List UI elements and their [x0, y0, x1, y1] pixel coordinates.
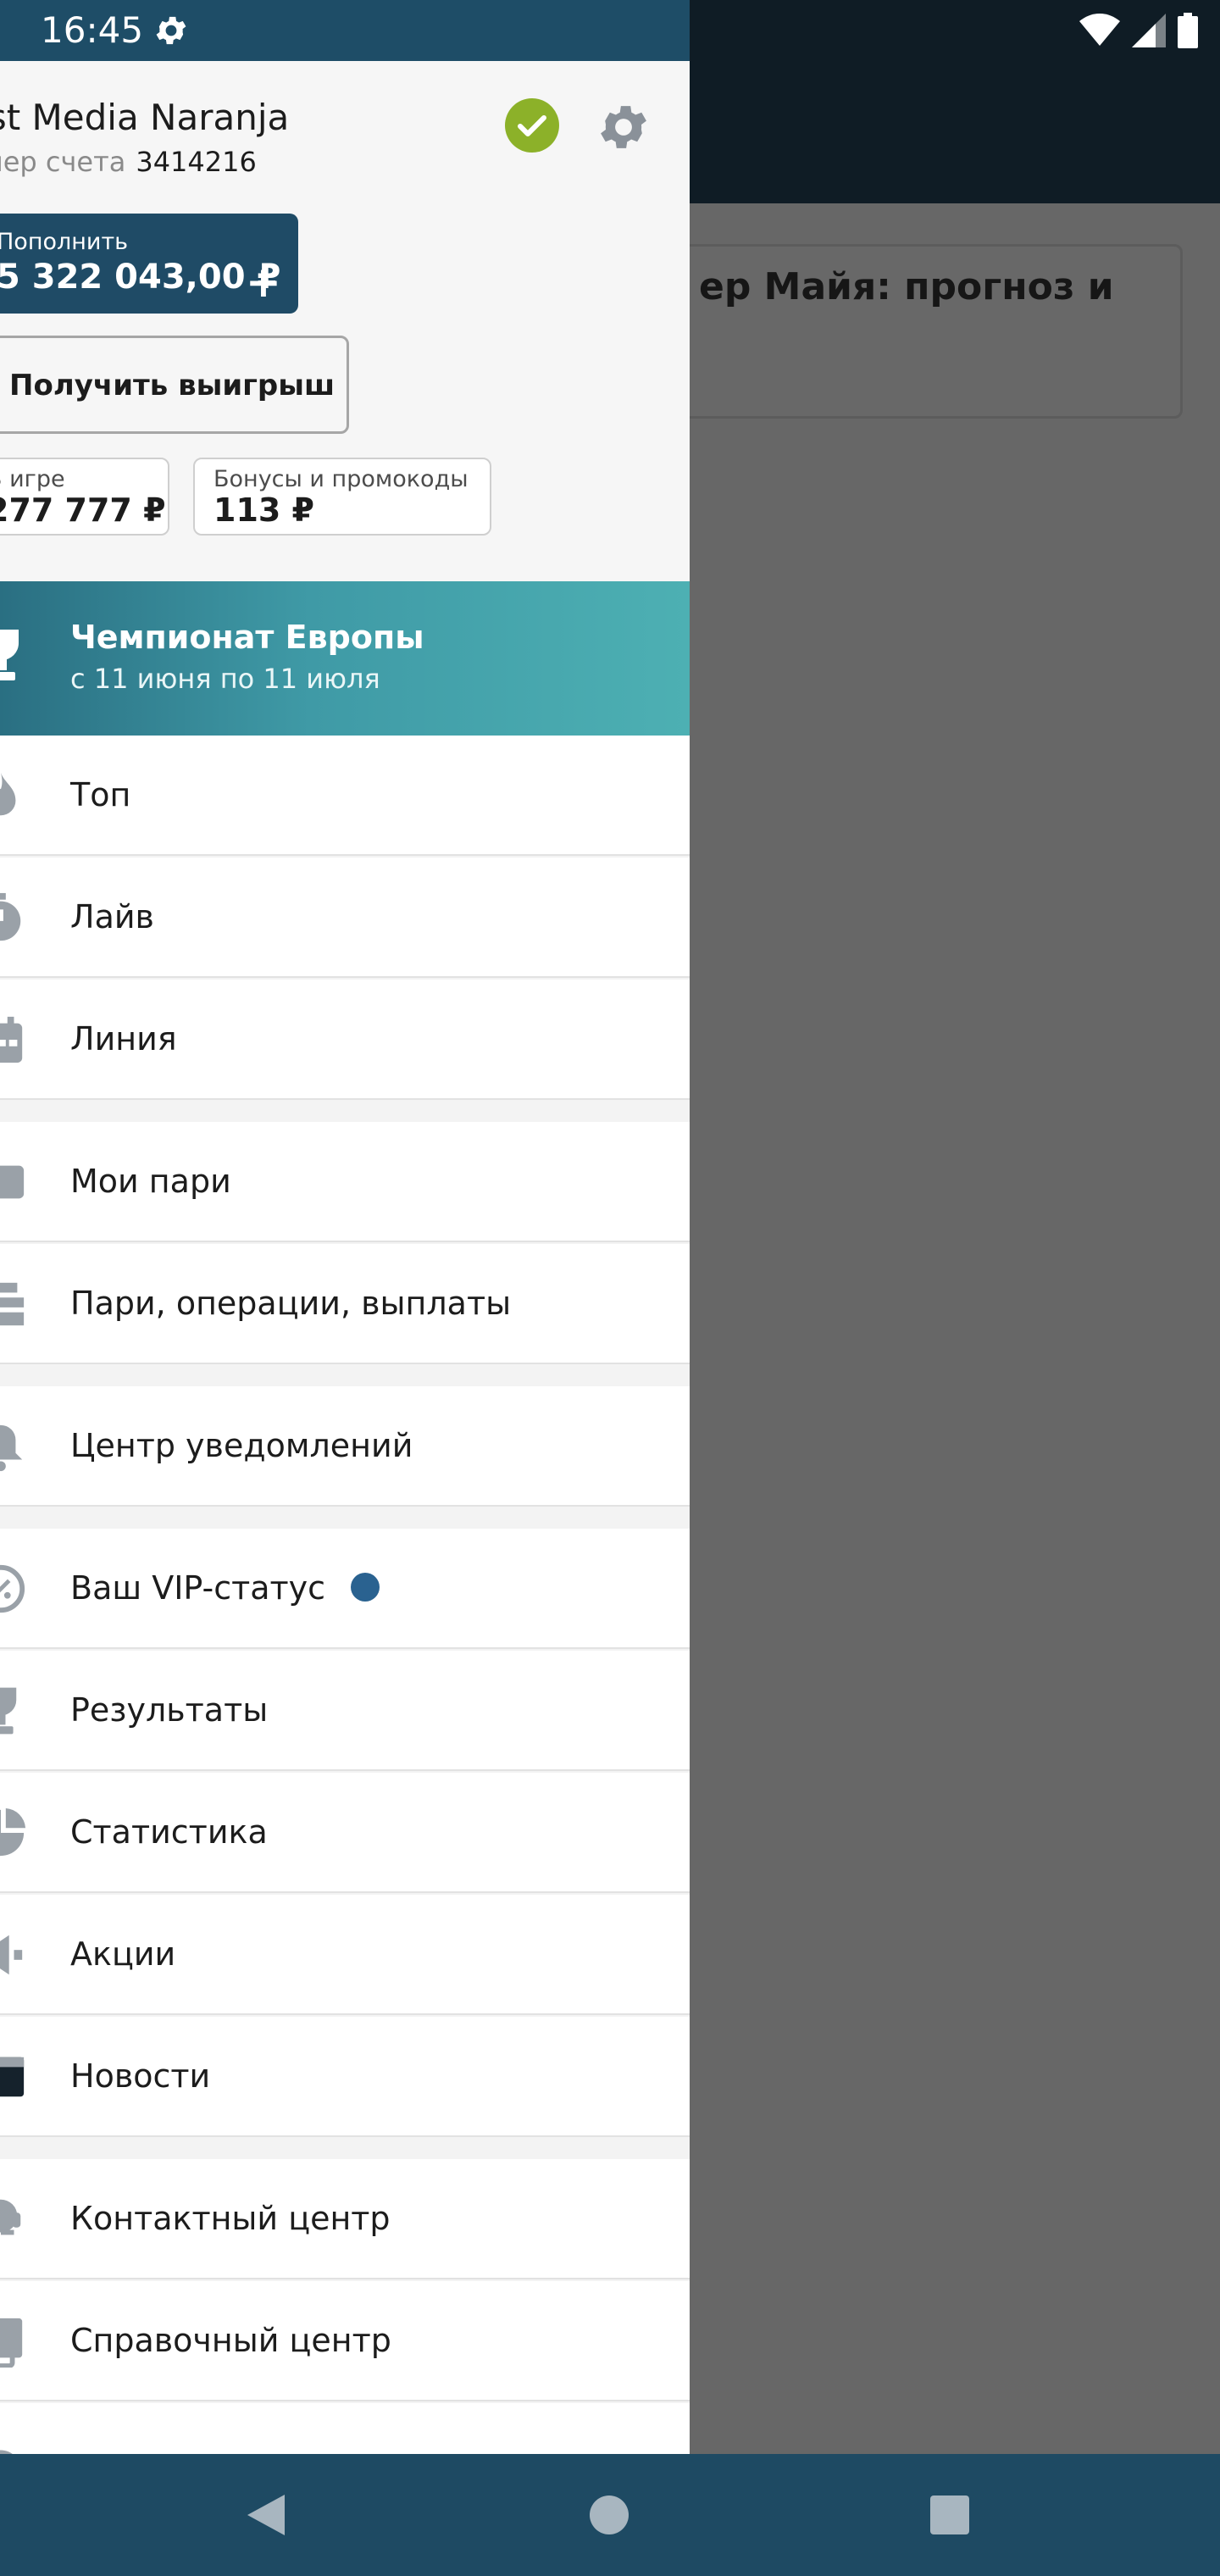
menu-item-notifications[interactable]: Центр уведомлений	[0, 1386, 690, 1507]
menu-item-bets-operations[interactable]: Пари, операции, выплаты	[0, 1244, 690, 1364]
promo-title: Чемпионат Европы	[70, 619, 424, 656]
deposit-button[interactable]: Пополнить 5 322 043,00 ₽ +	[0, 214, 298, 314]
menu-item-line[interactable]: Линия	[0, 980, 690, 1100]
menu-item-label: Центр уведомлений	[70, 1427, 413, 1464]
menu-item-results[interactable]: Результаты	[0, 1651, 690, 1771]
menu-item-label: Результаты	[70, 1691, 269, 1729]
wifi-icon	[1079, 14, 1120, 46]
menu-item-live[interactable]: Лайв	[0, 858, 690, 978]
deposit-label: Пополнить	[0, 229, 129, 255]
pie-chart-icon	[0, 1807, 26, 1857]
menu-item-label: Новости	[70, 2057, 211, 2095]
menu-item-vip-status[interactable]: Ваш VIP-статус	[0, 1529, 690, 1649]
stopwatch-icon	[0, 892, 21, 941]
menu-item-news[interactable]: Новости	[0, 2017, 690, 2137]
menu-item-label: Пари, операции, выплаты	[70, 1285, 512, 1322]
recents-icon[interactable]	[930, 2496, 969, 2534]
vip-status-indicator	[351, 1572, 380, 1602]
bonus-balance[interactable]: Бонусы и промокоды 113 ₽	[193, 458, 491, 536]
trophy-icon	[0, 1687, 17, 1735]
balance-amount: 5 322 043,00 ₽	[0, 258, 281, 297]
menu-item-label: Акции	[70, 1935, 176, 1973]
menu-item-label: Контактный центр	[70, 2200, 391, 2237]
news-card-title: ер Майя: прогноз и	[699, 265, 1114, 308]
in-game-label: В игре	[0, 466, 65, 492]
withdraw-button[interactable]: Получить выигрыш	[0, 336, 349, 434]
menu-item-label: Мои пари	[70, 1163, 231, 1200]
account-number: омер счета 3414216	[0, 146, 257, 178]
status-icons	[1079, 12, 1198, 49]
calendar-icon	[0, 1016, 23, 1063]
account-number-label: омер счета	[0, 146, 126, 178]
percent-icon	[0, 1564, 25, 1613]
status-bar: 16:45	[0, 0, 1220, 61]
menu-item-promotions[interactable]: Акции	[0, 1895, 690, 2015]
vip-status-label: Ваш VIP-статус	[70, 1569, 326, 1607]
document-icon	[0, 2318, 23, 2368]
home-icon[interactable]	[590, 2496, 629, 2534]
ticket-icon	[0, 1165, 25, 1199]
menu-item-help-center[interactable]: Справочный центр	[0, 2281, 690, 2401]
menu-item-label: Лайв	[70, 898, 154, 935]
bell-icon	[0, 1424, 23, 1472]
navigation-drawer: est Media Naranja омер счета 3414216 Попо…	[0, 61, 690, 2454]
in-game-balance[interactable]: В игре 277 777 ₽	[0, 458, 169, 536]
promo-dates: с 11 июня по 11 июля	[70, 663, 380, 695]
gear-icon[interactable]	[595, 98, 652, 156]
bonus-value: 113 ₽	[214, 491, 314, 529]
settings-icon	[156, 16, 186, 45]
news-card[interactable]: ер Майя: прогноз и	[644, 244, 1183, 419]
verified-check-icon	[505, 98, 559, 153]
account-header: est Media Naranja омер счета 3414216 Попо…	[0, 61, 690, 581]
plus-icon: +	[246, 258, 281, 307]
status-time: 16:45	[41, 9, 144, 51]
menu-item-label: Ваш VIP-статус	[70, 1569, 380, 1607]
withdraw-label: Получить выигрыш	[9, 369, 336, 402]
support-icon	[0, 2199, 21, 2235]
menu-item-statistics[interactable]: Статистика	[0, 1773, 690, 1893]
bonus-label: Бонусы и промокоды	[214, 466, 469, 492]
system-navigation-bar	[0, 2454, 1220, 2576]
menu-item-top[interactable]: Топ	[0, 736, 690, 856]
menu-item-label: Топ	[70, 776, 131, 813]
menu-item-label: Статистика	[70, 1813, 268, 1851]
app-header-background	[690, 61, 1220, 203]
signal-icon	[1132, 14, 1166, 47]
menu-item-partial[interactable]	[0, 2403, 690, 2454]
promo-banner-euro[interactable]: Чемпионат Европы с 11 июня по 11 июля	[0, 581, 690, 736]
menu-item-my-bets[interactable]: Мои пари	[0, 1122, 690, 1242]
menu-item-label: Справочный центр	[70, 2322, 391, 2359]
partial-icon	[0, 2450, 13, 2454]
newspaper-icon	[0, 2057, 25, 2097]
trophy-icon	[0, 630, 19, 680]
megaphone-icon	[0, 1935, 23, 1975]
menu-item-contact-center[interactable]: Контактный центр	[0, 2159, 690, 2279]
fire-icon	[0, 772, 16, 816]
account-name: est Media Naranja	[0, 97, 290, 138]
battery-icon	[1178, 13, 1198, 48]
back-icon[interactable]	[244, 2493, 286, 2537]
in-game-value: 277 777 ₽	[0, 491, 166, 529]
menu-item-label: Линия	[70, 1020, 177, 1058]
receipt-icon	[0, 1282, 25, 1326]
account-number-value: 3414216	[136, 146, 257, 178]
